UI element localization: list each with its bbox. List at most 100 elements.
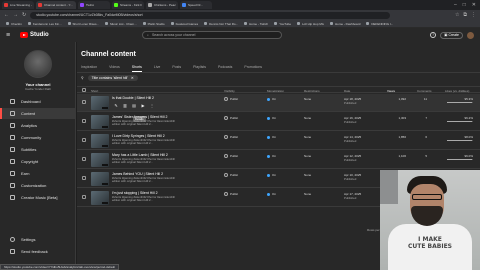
row-checkbox[interactable] xyxy=(82,138,86,142)
tab-videos[interactable]: Videos xyxy=(109,65,120,72)
browser-tab[interactable]: Speed Dr... xyxy=(180,1,212,9)
create-button[interactable]: ▣ Create xyxy=(440,31,463,39)
forward-icon[interactable]: → xyxy=(13,12,18,18)
short-thumbnail[interactable] xyxy=(91,191,109,205)
bookmark[interactable]: Short Loner Rises... xyxy=(67,22,99,26)
table-row[interactable]: Mary has a Little Lamb | Silent Hill 2 #… xyxy=(77,151,480,169)
short-thumbnail[interactable] xyxy=(91,115,109,129)
streamer-beard xyxy=(411,206,443,226)
visibility-cell[interactable]: Public xyxy=(224,173,238,177)
analytics-icon[interactable]: ▥ xyxy=(122,103,128,109)
row-checkbox[interactable] xyxy=(82,176,86,180)
tab-promotions[interactable]: Promotions xyxy=(244,65,262,72)
bookmark[interactable]: Home - Dashboard xyxy=(330,22,360,26)
monetization-cell[interactable]: On xyxy=(267,192,276,196)
extensions-icon[interactable]: ⧉ xyxy=(463,12,467,18)
tab-podcasts[interactable]: Podcasts xyxy=(218,65,232,72)
menu-icon[interactable]: ⋮ xyxy=(471,12,476,18)
visibility-cell[interactable]: Public xyxy=(224,97,238,101)
sidebar-item-customization[interactable]: Customization xyxy=(0,180,75,191)
reload-icon[interactable]: ↻ xyxy=(22,12,26,18)
url-field[interactable]: studio.youtube.com/channel/UCT1vZb08kv_F… xyxy=(30,11,391,19)
comments-icon[interactable]: ▤ xyxy=(131,103,137,109)
visibility-cell[interactable]: Public xyxy=(224,135,238,139)
bookmark[interactable]: Checkin xyxy=(6,22,22,26)
browser-tab[interactable]: TwiCo xyxy=(78,1,110,9)
account-avatar[interactable] xyxy=(467,31,474,39)
close-icon[interactable]: ✕ xyxy=(131,76,134,80)
short-title[interactable]: Is that Double | Silent Hill 2 xyxy=(112,96,154,100)
streamer-glasses xyxy=(412,194,442,200)
studio-logo[interactable]: Studio xyxy=(20,32,49,38)
monetization-cell[interactable]: On xyxy=(267,97,276,101)
back-icon[interactable]: ← xyxy=(4,12,9,18)
globe-icon xyxy=(224,116,228,120)
pencil-icon[interactable]: ✎ xyxy=(113,103,119,109)
table-row[interactable]: James' Sister Answers | Silent Hill 2 #s… xyxy=(77,113,480,131)
help-icon[interactable]: ? xyxy=(430,32,437,38)
row-checkbox[interactable] xyxy=(82,195,86,199)
sidebar-item-dashboard[interactable]: Dashboard xyxy=(0,96,75,107)
monetization-cell[interactable]: On xyxy=(267,135,276,139)
channel-avatar[interactable] xyxy=(24,50,52,78)
sidebar-item-feedback[interactable]: Send feedback xyxy=(0,246,75,257)
select-all-checkbox[interactable] xyxy=(82,88,86,92)
more-icon[interactable]: ⋮ xyxy=(149,103,155,109)
views-column-header[interactable]: Views xyxy=(387,89,395,93)
search-input[interactable]: ⌕ Search across your channel xyxy=(142,31,282,39)
browser-tab-active[interactable]: Channel content - Y... xyxy=(36,1,76,9)
table-row[interactable]: Is that Double | Silent Hill 2 ✎ ▥ ▤ ▶ ⋮… xyxy=(77,94,480,112)
bookmark[interactable]: Dennis Nor That Ro... xyxy=(204,22,238,26)
dollar-icon xyxy=(267,97,270,101)
visibility-cell[interactable]: Public xyxy=(224,154,238,158)
browser-tab[interactable]: Chickens - Peac... xyxy=(146,1,178,9)
filter-icon[interactable]: ⚲ xyxy=(81,76,84,80)
monetization-cell[interactable]: On xyxy=(267,173,276,177)
close-icon[interactable]: ✕ xyxy=(472,2,476,8)
sidebar-item-subtitles[interactable]: Subtitles xyxy=(0,144,75,155)
row-checkbox[interactable] xyxy=(82,119,86,123)
maximize-icon[interactable]: □ xyxy=(463,2,466,8)
sidebar-item-creator-music[interactable]: Creator Music [Beta] xyxy=(0,192,75,203)
views-cell: 1,092 xyxy=(398,97,406,101)
tab-inspiration[interactable]: Inspiration xyxy=(81,65,97,72)
browser-tab[interactable]: Streams - Kick Das... xyxy=(112,1,144,9)
minimize-icon[interactable]: – xyxy=(454,2,457,8)
browser-tab[interactable]: Live Streaming - Fa... xyxy=(2,1,34,9)
bookmark[interactable]: Home - Twitch xyxy=(244,22,268,26)
short-thumbnail[interactable] xyxy=(91,153,109,167)
hamburger-icon[interactable]: ≡ xyxy=(6,32,16,39)
tab-live[interactable]: Live xyxy=(154,65,160,72)
bookmark[interactable]: Plattn Studio xyxy=(142,22,165,26)
filter-chip[interactable]: Title contains 'silent hill' ✕ xyxy=(87,75,138,81)
short-thumbnail[interactable] xyxy=(91,172,109,186)
sidebar-item-settings[interactable]: Settings xyxy=(0,234,75,245)
bookmark[interactable]: Featured Games xyxy=(170,22,198,26)
bookmark[interactable]: Lofi Hip Hop Mix xyxy=(297,22,324,26)
tab-shorts[interactable]: Shorts xyxy=(131,65,142,72)
sidebar-item-analytics[interactable]: Analytics xyxy=(0,120,75,131)
short-thumbnail[interactable] xyxy=(91,134,109,148)
star-icon[interactable]: ☆ xyxy=(455,12,459,18)
bookmark[interactable]: YouTube xyxy=(274,22,291,26)
globe-icon xyxy=(224,173,228,177)
visibility-cell[interactable]: Public xyxy=(224,192,238,196)
bookmark[interactable]: Music List - Cham... xyxy=(105,22,137,26)
youtube-icon[interactable]: ▶ xyxy=(140,103,146,109)
tab-posts[interactable]: Posts xyxy=(172,65,181,72)
bookmark[interactable]: Kendenonn Les Kin... xyxy=(27,22,62,26)
monetization-cell[interactable]: On xyxy=(267,154,276,158)
visibility-cell[interactable]: Public xyxy=(224,116,238,120)
sidebar-item-community[interactable]: Community xyxy=(0,132,75,143)
tab-playlists[interactable]: Playlists xyxy=(193,65,206,72)
bookmark[interactable]: DEFENDING I... xyxy=(366,22,393,26)
monetization-cell[interactable]: On xyxy=(267,116,276,120)
sidebar-item-earn[interactable]: Earn xyxy=(0,168,75,179)
sidebar-item-content[interactable]: Content xyxy=(0,108,75,119)
row-checkbox[interactable] xyxy=(82,100,86,104)
table-row[interactable]: I Love Dirty Syringes | Silent Hill 2 #s… xyxy=(77,132,480,150)
row-checkbox[interactable] xyxy=(82,157,86,161)
sidebar-item-copyright[interactable]: Copyright xyxy=(0,156,75,167)
short-thumbnail[interactable] xyxy=(91,96,109,110)
shirt-text: I MAKE CUTE BABIES xyxy=(408,236,452,250)
